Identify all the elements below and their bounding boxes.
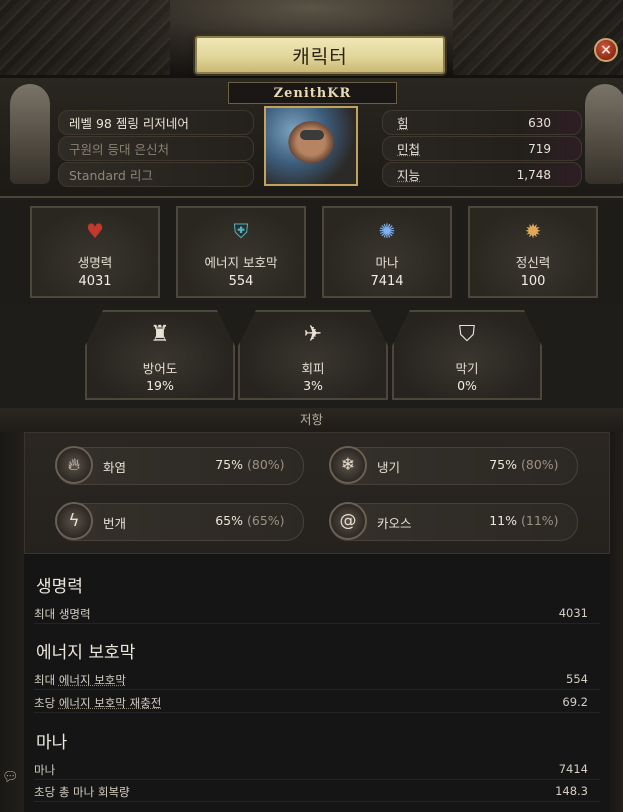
evasion-icon: ✈ [303, 321, 323, 347]
resistance-value: 65% [215, 513, 243, 528]
stat-label: 마나 [34, 763, 56, 777]
resistance-label: 화염 [103, 460, 127, 475]
defense-label: 막기 [455, 361, 479, 376]
cold-icon: ❄ [329, 446, 367, 484]
resistances-header: 저항 [0, 408, 623, 432]
resistance-value: 75% [489, 457, 517, 472]
stat-label-prefix: 초당 [34, 696, 59, 710]
fire-icon: 🔥︎ [55, 446, 93, 484]
detail-stats-panel: 생명력 최대 생명력 4031 에너지 보호막 최대 에너지 보호막 554 초… [24, 554, 610, 812]
character-portrait [264, 106, 358, 186]
resistance-max: (11%) [521, 513, 559, 528]
resource-value: 7414 [370, 274, 404, 289]
lightning-icon: ϟ [55, 502, 93, 540]
right-side-frame [610, 408, 623, 812]
resistance-label: 카오스 [377, 516, 412, 531]
resistance-value: 75% [215, 457, 243, 472]
section-title-life: 생명력 [36, 577, 83, 597]
stat-row[interactable]: 최대 생명력 4031 [34, 603, 600, 624]
stat-label-keyword[interactable]: 에너지 보호막 재충전 [59, 696, 162, 710]
character-info-list: 레벨 98 젬링 리저네어 구원의 등대 은신처 Standard 리그 [58, 110, 254, 188]
resistance-cold[interactable]: ❄ 냉기 75% (80%) [329, 446, 578, 485]
resource-value: 100 [520, 274, 546, 289]
portrait-eyepatch [300, 130, 324, 140]
character-league: Standard 리그 [58, 162, 254, 187]
stat-label: 초당 총 마나 회복량 [34, 785, 130, 799]
attribute-value: 719 [528, 141, 551, 156]
resource-label: 마나 [375, 255, 399, 270]
attribute-strength[interactable]: 힘 630 [382, 110, 582, 135]
defense-value: 19% [146, 378, 174, 393]
section-title-energy-shield: 에너지 보호막 [36, 643, 136, 663]
stat-value: 7414 [558, 762, 588, 776]
attribute-dexterity[interactable]: 민첩 719 [382, 136, 582, 161]
stat-row[interactable]: 초당 에너지 보호막 재충전 69.2 [34, 692, 600, 713]
stat-label-keyword[interactable]: 에너지 보호막 [59, 673, 126, 687]
attribute-value: 1,748 [516, 167, 551, 182]
left-statue-ornament [10, 84, 50, 184]
resource-spirit[interactable]: ✹ 정신력 100 [468, 206, 598, 298]
chaos-icon: @ [329, 502, 367, 540]
close-button[interactable]: × [594, 38, 618, 62]
stat-row[interactable]: 마나 7414 [34, 759, 600, 780]
attribute-label: 지능 [397, 168, 421, 183]
defense-label: 방어도 [142, 361, 178, 376]
attribute-intelligence[interactable]: 지능 1,748 [382, 162, 582, 187]
resistance-max: (65%) [247, 513, 285, 528]
attribute-list: 힘 630 민첩 719 지능 1,748 [382, 110, 582, 188]
stat-row[interactable]: 초당 총 마나 회복량 148.3 [34, 781, 600, 802]
resistance-lightning[interactable]: ϟ 번개 65% (65%) [55, 502, 304, 541]
resistance-max: (80%) [247, 457, 285, 472]
stat-value: 69.2 [562, 695, 588, 709]
stat-label: 초당 에너지 보호막 재충전 [34, 695, 161, 711]
resistance-label: 번개 [103, 516, 127, 531]
right-statue-ornament [585, 84, 623, 184]
resource-value: 554 [228, 274, 254, 289]
block-icon: ⛉ [458, 321, 476, 347]
resistance-chaos[interactable]: @ 카오스 11% (11%) [329, 502, 578, 541]
close-icon: × [600, 42, 612, 58]
stat-label: 최대 생명력 [34, 607, 91, 621]
character-name: ZenithKR [228, 82, 397, 104]
mana-icon: ✺ [378, 219, 396, 243]
stat-label: 최대 에너지 보호막 [34, 672, 126, 688]
defense-evasion[interactable]: ✈ 회피 3% [238, 310, 388, 400]
stat-label-prefix: 최대 [34, 673, 59, 687]
defense-value: 3% [303, 378, 323, 393]
resistance-value: 11% [489, 513, 517, 528]
defense-block[interactable]: ⛉ 막기 0% [392, 310, 542, 400]
left-side-frame [0, 408, 24, 812]
attribute-label: 민첩 [397, 142, 421, 157]
resource-label: 정신력 [515, 255, 551, 270]
stat-value: 554 [566, 672, 588, 686]
energy-shield-icon: ⛨ [233, 219, 249, 243]
stat-value: 148.3 [555, 784, 588, 798]
stat-row[interactable]: 최대 에너지 보호막 554 [34, 669, 600, 690]
resource-value: 4031 [78, 274, 112, 289]
resource-energy-shield[interactable]: ⛨ 에너지 보호막 554 [176, 206, 306, 298]
resource-label: 에너지 보호막 [204, 255, 278, 270]
stat-value: 4031 [558, 606, 588, 620]
resistance-max: (80%) [521, 457, 559, 472]
armour-icon: ♜ [150, 321, 170, 347]
window-title: 캐릭터 [195, 36, 445, 74]
character-location: 구원의 등대 은신처 [58, 136, 254, 161]
resistance-label: 냉기 [377, 460, 401, 475]
section-title-mana: 마나 [36, 733, 68, 753]
resource-mana[interactable]: ✺ 마나 7414 [322, 206, 452, 298]
resource-life[interactable]: ♥ 생명력 4031 [30, 206, 160, 298]
attribute-label: 힘 [397, 116, 409, 131]
defense-armour[interactable]: ♜ 방어도 19% [85, 310, 235, 400]
attribute-value: 630 [528, 115, 551, 130]
chat-icon[interactable]: 💬︎ [2, 770, 19, 786]
defense-value: 0% [457, 378, 477, 393]
resource-label: 생명력 [77, 255, 113, 270]
heart-icon: ♥ [86, 219, 104, 243]
defense-label: 회피 [301, 361, 325, 376]
character-level-class: 레벨 98 젬링 리저네어 [58, 110, 254, 135]
spirit-icon: ✹ [524, 219, 542, 243]
resistance-fire[interactable]: 🔥︎ 화염 75% (80%) [55, 446, 304, 485]
